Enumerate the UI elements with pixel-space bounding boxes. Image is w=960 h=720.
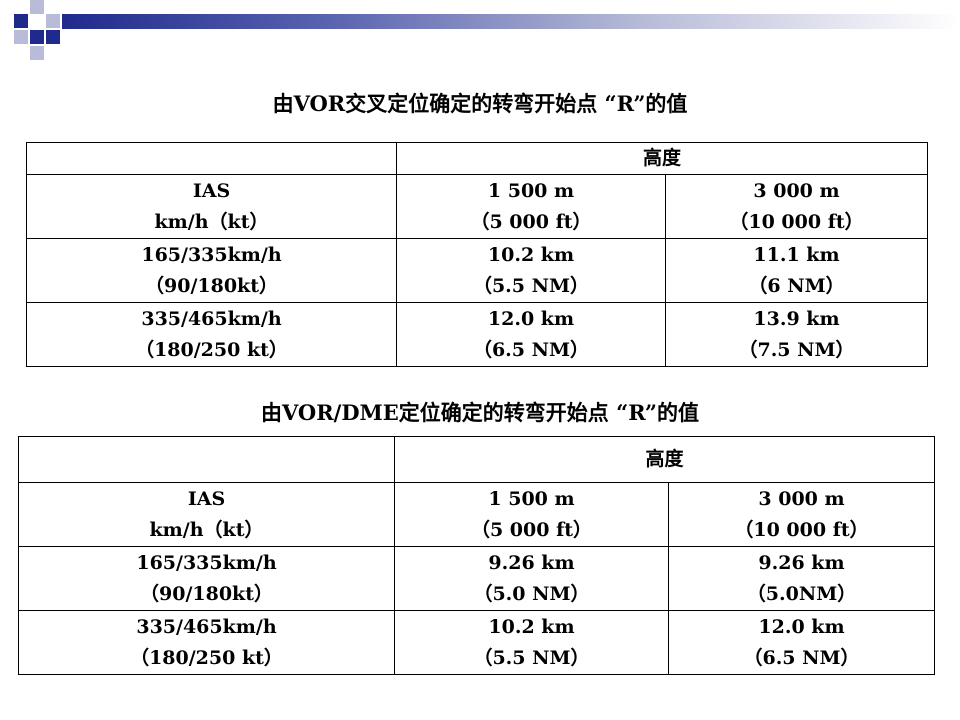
table-column-row: IAS km/h（kt） 1 500 m （5 000 ft） 3 000 m … xyxy=(26,174,929,239)
cell-line: km/h（kt） xyxy=(154,210,269,233)
cell-line: 3 000 m xyxy=(753,179,840,202)
altitude-header: 高度 xyxy=(395,142,929,175)
cell-line: 11.1 km xyxy=(753,243,840,266)
header-empty-cell xyxy=(26,142,397,175)
cell-line: （10 000 ft） xyxy=(729,210,864,233)
cell-line: （5.0 NM） xyxy=(473,582,590,605)
cell-line: 335/465km/h xyxy=(141,307,282,330)
cell-line: （180/250 kt） xyxy=(135,338,288,361)
ias-cell: 335/465km/h （180/250 kt） xyxy=(18,610,395,675)
table-header-row: 高度 xyxy=(18,436,936,483)
vor-cross-fix-table: 高度 IAS km/h（kt） 1 500 m （5 000 ft） 3 000… xyxy=(26,142,929,367)
table-row: 335/465km/h （180/250 kt） 12.0 km （6.5 NM… xyxy=(26,302,929,367)
decorative-banner xyxy=(0,0,960,60)
banner-square-6 xyxy=(46,30,60,44)
alt-1500-header: 1 500 m （5 000 ft） xyxy=(396,174,666,239)
table-header-row: 高度 xyxy=(26,142,929,175)
altitude-header: 高度 xyxy=(393,436,936,483)
cell-line: （6.5 NM） xyxy=(472,338,590,361)
cell-line: （90/180kt） xyxy=(145,274,278,297)
ias-header: IAS km/h（kt） xyxy=(18,482,395,547)
cell-line: 13.9 km xyxy=(753,307,840,330)
banner-square-3 xyxy=(46,14,60,28)
table-row: 165/335km/h （90/180kt） 9.26 km （5.0 NM） … xyxy=(18,546,936,611)
cell-line: （180/250 kt） xyxy=(130,646,283,669)
cell-line: （7.5 NM） xyxy=(738,338,855,361)
cell-line: （5 000 ft） xyxy=(470,518,593,541)
cell-line: 3 000 m xyxy=(758,487,845,510)
cell-line: IAS xyxy=(187,487,226,510)
cell-line: 9.26 km xyxy=(758,551,845,574)
ias-cell: 335/465km/h （180/250 kt） xyxy=(26,302,397,367)
cell-line: 165/335km/h xyxy=(136,551,277,574)
table-column-row: IAS km/h（kt） 1 500 m （5 000 ft） 3 000 m … xyxy=(18,482,936,547)
cell-line: km/h（kt） xyxy=(149,518,264,541)
cell-line: 165/335km/h xyxy=(141,243,282,266)
table1-title: 由VOR交叉定位确定的转弯开始点 “R”的值 xyxy=(272,91,688,116)
ias-cell: 165/335km/h （90/180kt） xyxy=(18,546,395,611)
alt-1500-header: 1 500 m （5 000 ft） xyxy=(394,482,669,547)
header-empty-cell xyxy=(18,436,395,483)
cell-line: 10.2 km xyxy=(487,243,575,266)
cell-line: （5.0NM） xyxy=(746,582,857,605)
banner-gradient-bar xyxy=(62,14,960,29)
banner-square-1 xyxy=(14,14,28,28)
ias-cell: 165/335km/h （90/180kt） xyxy=(26,238,397,303)
alt-3000-cell: 12.0 km （6.5 NM） xyxy=(667,610,936,675)
banner-square-7 xyxy=(30,46,44,60)
banner-square-5 xyxy=(14,30,28,44)
cell-line: 10.2 km xyxy=(488,615,575,638)
cell-line: （5.5 NM） xyxy=(472,274,590,297)
cell-line: IAS xyxy=(192,179,231,202)
alt-3000-cell: 13.9 km （7.5 NM） xyxy=(664,302,929,367)
cell-line: 12.0 km xyxy=(487,307,575,330)
cell-line: 9.26 km xyxy=(488,551,575,574)
banner-square-2 xyxy=(30,0,44,14)
alt-3000-header: 3 000 m （10 000 ft） xyxy=(667,482,936,547)
alt-3000-cell: 11.1 km （6 NM） xyxy=(664,238,929,303)
alt-1500-cell: 12.0 km （6.5 NM） xyxy=(396,302,666,367)
cell-line: （6.5 NM） xyxy=(743,646,860,669)
cell-line: 12.0 km xyxy=(758,615,845,638)
cell-line: （6 NM） xyxy=(748,274,845,297)
alt-1500-cell: 10.2 km （5.5 NM） xyxy=(394,610,669,675)
vor-dme-fix-table: 高度 IAS km/h（kt） 1 500 m （5 000 ft） 3 000… xyxy=(18,436,936,675)
table-row: 335/465km/h （180/250 kt） 10.2 km （5.5 NM… xyxy=(18,610,936,675)
cell-line: 335/465km/h xyxy=(136,615,277,638)
cell-line: （90/180kt） xyxy=(140,582,273,605)
cell-line: （5 000 ft） xyxy=(470,210,592,233)
cell-line: 1 500 m xyxy=(488,487,575,510)
cell-line: （5.5 NM） xyxy=(473,646,590,669)
ias-header: IAS km/h（kt） xyxy=(26,174,397,239)
alt-1500-cell: 9.26 km （5.0 NM） xyxy=(394,546,669,611)
cell-line: 1 500 m xyxy=(487,179,575,202)
alt-3000-cell: 9.26 km （5.0NM） xyxy=(667,546,936,611)
alt-3000-header: 3 000 m （10 000 ft） xyxy=(664,174,929,239)
table-row: 165/335km/h （90/180kt） 10.2 km （5.5 NM） … xyxy=(26,238,929,303)
cell-line: （10 000 ft） xyxy=(734,518,869,541)
banner-square-4 xyxy=(30,30,44,44)
alt-1500-cell: 10.2 km （5.5 NM） xyxy=(396,238,666,303)
table2-title: 由VOR/DME定位确定的转弯开始点 “R”的值 xyxy=(261,400,699,425)
